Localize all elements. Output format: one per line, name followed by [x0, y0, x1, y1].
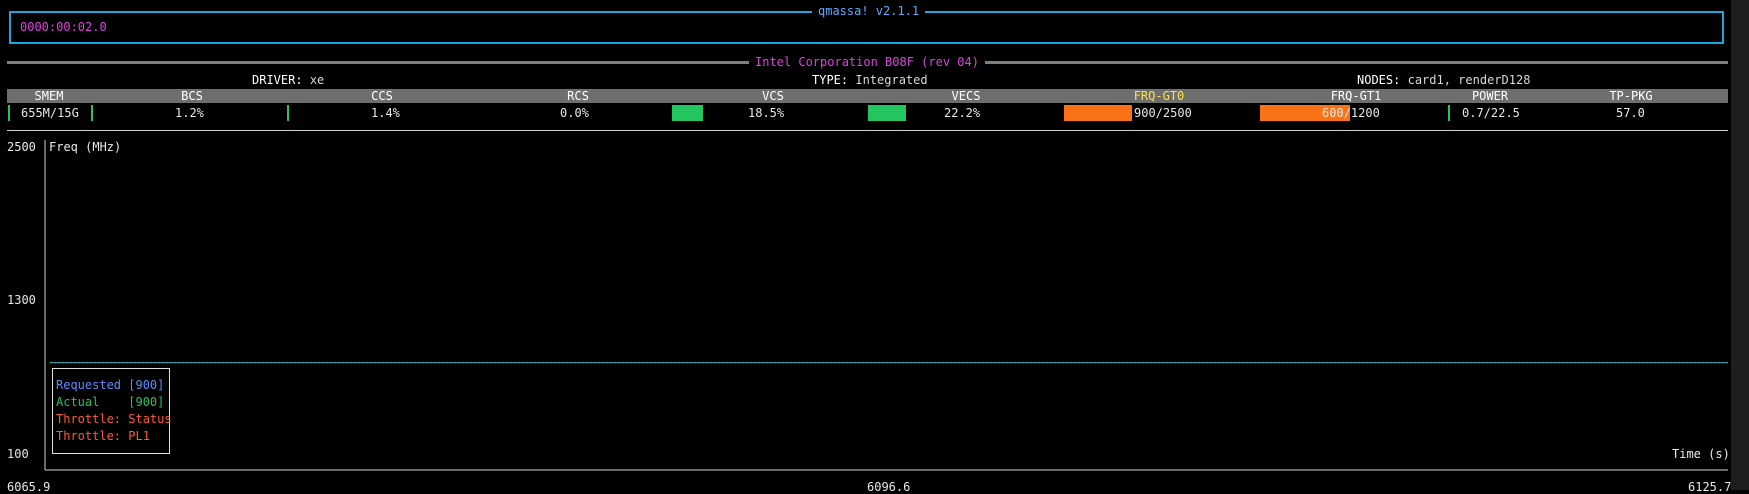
frq-gt1-actual: 600 — [1322, 106, 1344, 120]
nodes-value: card1, renderD128 — [1407, 73, 1531, 87]
vcs-usage-bar — [672, 105, 703, 121]
header-ccs: CCS — [371, 89, 393, 103]
legend-entry-actual: Actual [900] — [56, 395, 165, 409]
x-tick-label: 6065.9 — [7, 480, 51, 494]
legend-entry-requested: Requested [900] — [56, 378, 165, 392]
nodes-info: NODES: card1, renderD128 — [1357, 73, 1530, 87]
power-gauge-tick — [1448, 105, 1450, 121]
x-axis-label: Time (s) — [1672, 447, 1730, 461]
value-power: 0.7/22.5 — [1462, 106, 1520, 120]
chart-legend: Requested [900] Actual [900] Throttle: S… — [52, 368, 172, 454]
frq-gt1-max: /1200 — [1343, 106, 1380, 120]
app-title: qmassa! v2.1.1 — [812, 4, 926, 18]
vecs-usage-bar — [868, 105, 906, 121]
bcs-gauge-tick — [91, 105, 93, 121]
frequency-chart — [44, 140, 1728, 471]
header-vecs: VECS — [951, 89, 981, 103]
nodes-label: NODES: — [1357, 73, 1401, 87]
value-frq-gt1: 600/1200 — [1322, 106, 1380, 120]
type-info: TYPE: Integrated — [812, 73, 928, 87]
ccs-gauge-tick — [287, 105, 289, 121]
driver-label: DRIVER: — [252, 73, 303, 87]
value-frq-gt0: 900/2500 — [1134, 106, 1192, 120]
value-vcs: 18.5% — [748, 106, 785, 120]
header-tp-pkg: TP-PKG — [1609, 89, 1653, 103]
header-power: POWER — [1471, 89, 1509, 103]
value-tp-pkg: 57.0 — [1616, 106, 1645, 120]
x-tick-label: 6125.7 — [1688, 480, 1732, 494]
device-title: Intel Corporation B08F (rev 04) — [749, 55, 985, 69]
device-address[interactable]: 0000:00:02.0 — [20, 20, 107, 34]
frq-gt0-bar — [1064, 105, 1132, 121]
value-ccs: 1.4% — [371, 106, 400, 120]
y-tick-label: 2500 — [7, 140, 36, 154]
header-smem: SMEM — [34, 89, 64, 103]
x-tick-label: 6096.6 — [867, 480, 911, 494]
driver-info: DRIVER: xe — [252, 73, 324, 87]
y-tick-label: 1300 — [7, 293, 36, 307]
legend-entry-throttle-status: Throttle: Status — [56, 412, 172, 426]
header-bcs: BCS — [181, 89, 203, 103]
value-bcs: 1.2% — [175, 106, 204, 120]
smem-gauge-tick — [8, 105, 10, 121]
header-vcs: VCS — [762, 89, 784, 103]
window-scrollbar[interactable] — [1731, 0, 1749, 490]
type-label: TYPE: — [812, 73, 849, 87]
y-tick-label: 100 — [7, 447, 29, 461]
value-rcs: 0.0% — [560, 106, 589, 120]
chart-title: Freq (MHz) — [49, 140, 122, 154]
header-frq-gt0: FRQ-GT0 — [1133, 89, 1185, 103]
header-rcs: RCS — [567, 89, 589, 103]
header-frq-gt1: FRQ-GT1 — [1330, 89, 1382, 103]
type-value: Integrated — [855, 73, 928, 87]
value-vecs: 22.2% — [944, 106, 981, 120]
value-smem: 655M/15G — [21, 106, 79, 120]
legend-entry-throttle-pl1: Throttle: PL1 — [56, 429, 150, 443]
driver-value: xe — [309, 73, 325, 87]
